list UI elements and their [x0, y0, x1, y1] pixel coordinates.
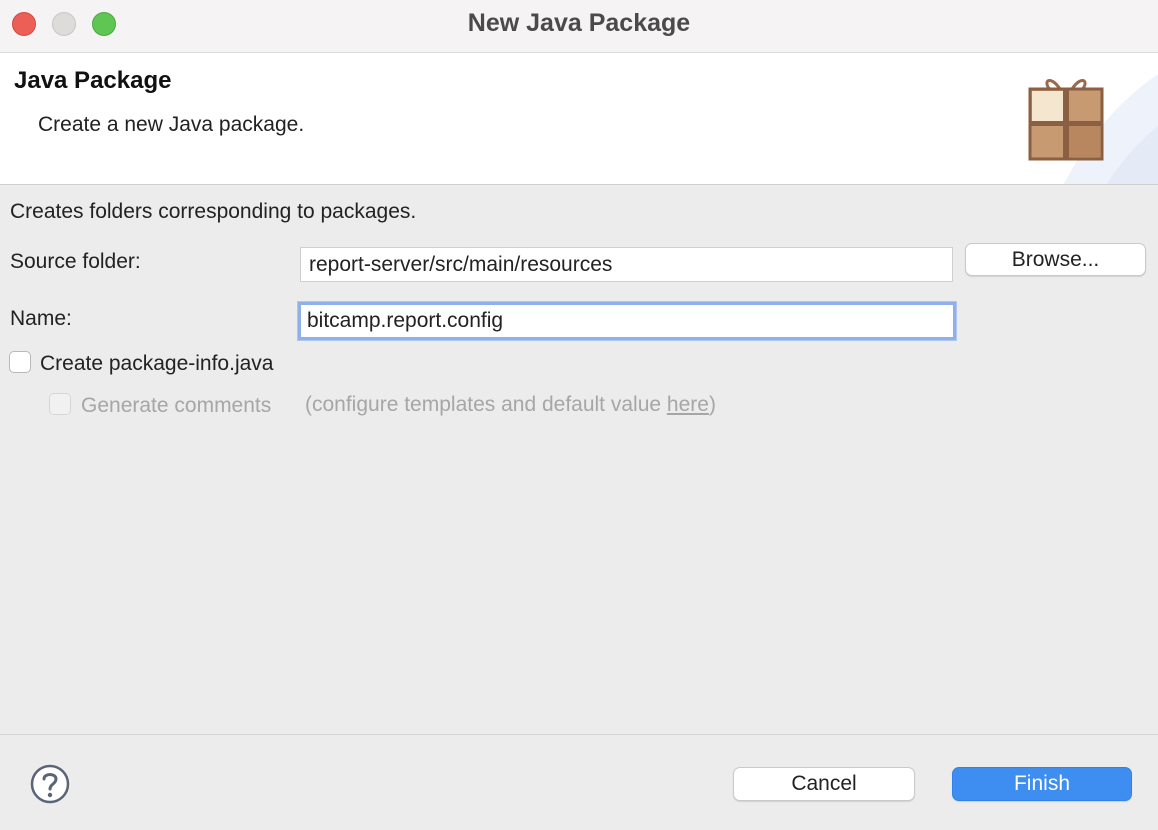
source-folder-label: Source folder: [10, 250, 141, 273]
create-package-info-label[interactable]: Create package-info.java [40, 352, 273, 376]
templates-hint: (configure templates and default value h… [305, 393, 716, 417]
generate-comments-label: Generate comments [81, 394, 272, 417]
title-bar: New Java Package [0, 0, 1158, 53]
templates-hint-suffix: ) [708, 393, 716, 416]
wizard-banner: Java Package Create a new Java package. [0, 53, 1158, 185]
footer-divider [0, 734, 1158, 735]
create-package-info-checkbox[interactable] [9, 351, 31, 373]
new-java-package-dialog: New Java Package Java Package Create a n… [0, 0, 1158, 830]
name-input[interactable] [298, 302, 956, 340]
finish-button[interactable]: Finish [952, 767, 1132, 801]
package-icon [1028, 79, 1104, 161]
help-icon[interactable] [30, 764, 70, 804]
source-folder-input[interactable] [300, 247, 953, 282]
configure-templates-link[interactable]: here [667, 393, 709, 416]
intro-text: Creates folders corresponding to package… [10, 200, 417, 223]
page-title: Java Package [14, 67, 172, 94]
generate-comments-checkbox [49, 393, 71, 415]
name-label: Name: [10, 307, 72, 330]
browse-button[interactable]: Browse... [965, 243, 1146, 276]
window-title: New Java Package [467, 9, 691, 37]
cancel-button[interactable]: Cancel [733, 767, 915, 801]
page-description: Create a new Java package. [38, 113, 305, 136]
templates-hint-prefix: (configure templates and default value [305, 393, 667, 416]
